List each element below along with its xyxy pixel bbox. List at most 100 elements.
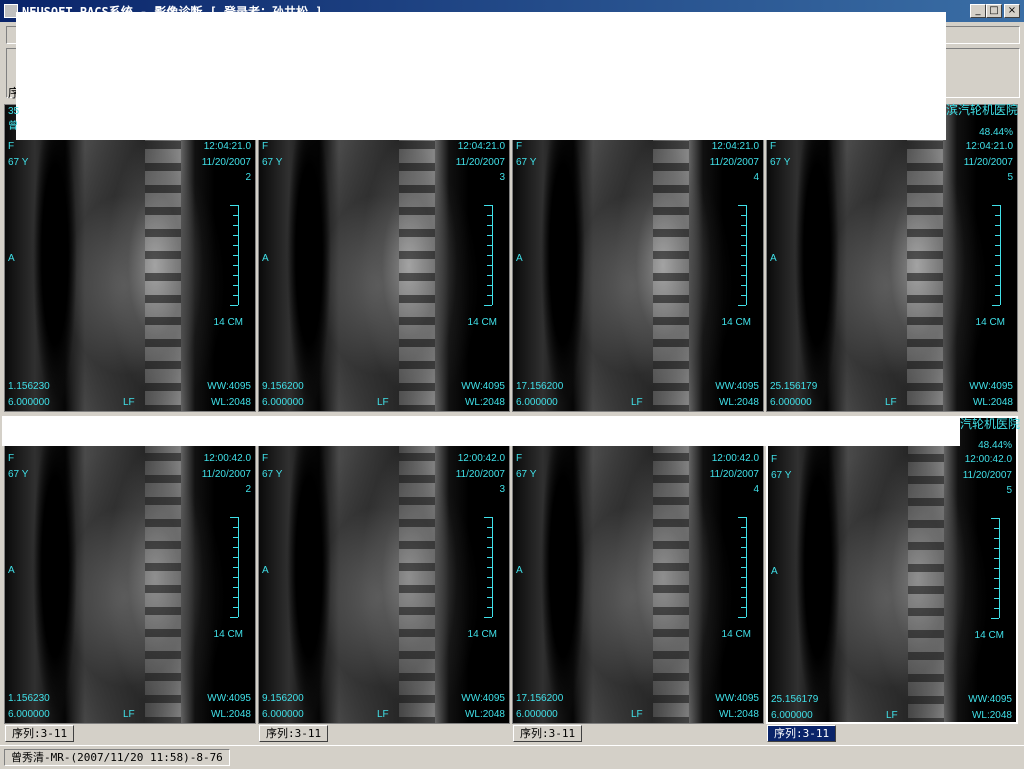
series-tab-2[interactable]: 序列:3-11 <box>259 725 329 742</box>
scale-ruler <box>738 205 747 306</box>
acquisition-time-label: 12:04:21.0 <box>457 141 505 152</box>
ruler-tick <box>487 255 492 256</box>
patient-age-label: 67 Y <box>262 157 283 168</box>
maximize-button[interactable]: □ <box>986 4 1002 18</box>
slice-thickness-label: 6.000000 <box>516 397 558 408</box>
ruler-tick <box>233 285 238 286</box>
scale-ruler <box>992 205 1001 306</box>
ruler-tick <box>487 215 492 216</box>
ruler-tick <box>233 275 238 276</box>
ruler-tick <box>487 285 492 286</box>
ruler-tick <box>487 235 492 236</box>
ruler-tick <box>994 608 999 609</box>
acquisition-time-label: 12:00:42.0 <box>203 453 251 464</box>
ruler-tick <box>741 255 746 256</box>
ruler-tick <box>487 577 492 578</box>
ruler-tick <box>991 618 999 619</box>
mr-image-cell[interactable]: F 67 Y 12:04:21.0 11/20/2007 3 A 14 CM 9.156200… <box>258 104 510 412</box>
ruler-tick <box>994 558 999 559</box>
slice-position-label: 1.156230 <box>8 381 50 392</box>
patient-age-label: 67 Y <box>516 469 537 480</box>
mr-image-cell[interactable]: F 67 Y 12:00:42.0 11/20/2007 4 A 14 CM 17.15620… <box>512 416 764 724</box>
scale-label: 14 CM <box>975 317 1005 328</box>
series-tab-4[interactable]: 序列:3-11 <box>767 725 837 742</box>
series-tab-1[interactable]: 序列:3-11 <box>5 725 75 742</box>
ruler-tick <box>487 567 492 568</box>
ruler-tick <box>487 225 492 226</box>
patient-sex-label: F <box>516 141 523 152</box>
ruler-tick <box>741 597 746 598</box>
ruler-tick <box>994 578 999 579</box>
scale-ruler <box>484 517 493 618</box>
ruler-tick <box>741 285 746 286</box>
slice-thickness-label: 6.000000 <box>771 710 813 721</box>
mr-image-cell[interactable]: F 67 Y 12:00:42.0 11/20/2007 2 A 14 CM 1.156230… <box>4 416 256 724</box>
patient-age-label: 67 Y <box>8 157 29 168</box>
ruler-tick <box>233 537 238 538</box>
window-level-label: WL:2048 <box>464 397 505 408</box>
ruler-tick <box>741 557 746 558</box>
acquisition-date-label: 11/20/2007 <box>455 469 505 480</box>
ruler-tick <box>992 205 1000 206</box>
orientation-label: A <box>262 565 269 576</box>
ruler-tick <box>741 527 746 528</box>
ruler-tick <box>487 547 492 548</box>
scale-ruler <box>991 518 1000 619</box>
patient-age-label: 67 Y <box>8 469 29 480</box>
ruler-tick <box>741 275 746 276</box>
slice-position-label: 9.156200 <box>262 381 304 392</box>
mr-image-cell[interactable]: F 67 Y 12:04:21.0 11/20/2007 5 A 14 CM 25.15617… <box>766 104 1018 412</box>
ruler-tick <box>233 245 238 246</box>
orientation-bottom-label: LF <box>377 397 389 408</box>
minimize-button[interactable]: _ <box>970 4 986 18</box>
ruler-tick <box>995 295 1000 296</box>
ruler-tick <box>233 567 238 568</box>
ruler-tick <box>484 205 492 206</box>
ruler-tick <box>487 275 492 276</box>
orientation-bottom-label: LF <box>123 397 135 408</box>
image-viewer: F 67 Y 12:04:21.0 11/20/2007 2 A 14 CM 1.156230… <box>0 100 1024 725</box>
ruler-tick <box>995 255 1000 256</box>
mr-image-cell[interactable]: F 67 Y 12:04:21.0 11/20/2007 2 A 14 CM 1.156230… <box>4 104 256 412</box>
window-level-label: WL:2048 <box>718 709 759 720</box>
slice-thickness-label: 6.000000 <box>262 397 304 408</box>
close-button[interactable]: × <box>1004 4 1020 18</box>
window-level-label: WL:2048 <box>210 397 251 408</box>
mr-image-cell[interactable]: F 67 Y 12:04:21.0 11/20/2007 4 A 14 CM 17.15620… <box>512 104 764 412</box>
patient-sex-label: F <box>770 141 777 152</box>
scale-label: 14 CM <box>213 629 243 640</box>
ruler-tick <box>233 265 238 266</box>
ruler-tick <box>741 607 746 608</box>
image-number-label: 3 <box>499 484 505 495</box>
mr-image-cell[interactable]: F 67 Y 12:00:42.0 11/20/2007 3 A 14 CM 9.156200… <box>258 416 510 724</box>
left-info-2: 曾 <box>8 121 18 132</box>
patient-sex-label: F <box>8 141 15 152</box>
ruler-tick <box>994 568 999 569</box>
ruler-tick <box>487 245 492 246</box>
ruler-tick <box>487 537 492 538</box>
slice-thickness-label: 6.000000 <box>770 397 812 408</box>
image-number-label: 2 <box>245 172 251 183</box>
ruler-tick <box>233 527 238 528</box>
ruler-tick <box>994 528 999 529</box>
orientation-bottom-label: LF <box>123 709 135 720</box>
patient-age-label: 67 Y <box>771 470 792 481</box>
ruler-tick <box>233 225 238 226</box>
patient-sex-label: F <box>262 453 269 464</box>
window-width-label: WW:4095 <box>461 381 505 392</box>
series-tab-3[interactable]: 序列:3-11 <box>513 725 583 742</box>
scale-ruler <box>230 517 239 618</box>
slice-thickness-label: 6.000000 <box>516 709 558 720</box>
ruler-tick <box>233 235 238 236</box>
redaction-mask-middle <box>2 416 960 446</box>
ruler-tick <box>741 225 746 226</box>
orientation-bottom-label: LF <box>886 710 898 721</box>
acquisition-time-label: 12:00:42.0 <box>711 453 759 464</box>
slice-position-label: 9.156200 <box>262 693 304 704</box>
window-width-label: WW:4095 <box>968 694 1012 705</box>
scale-label: 14 CM <box>721 317 751 328</box>
orientation-label: A <box>770 253 777 264</box>
ruler-tick <box>992 305 1000 306</box>
acquisition-time-label: 12:04:21.0 <box>203 141 251 152</box>
mr-image-cell[interactable]: F 67 Y 12:00:42.0 11/20/2007 5 A 14 CM 25.15617… <box>766 416 1018 724</box>
